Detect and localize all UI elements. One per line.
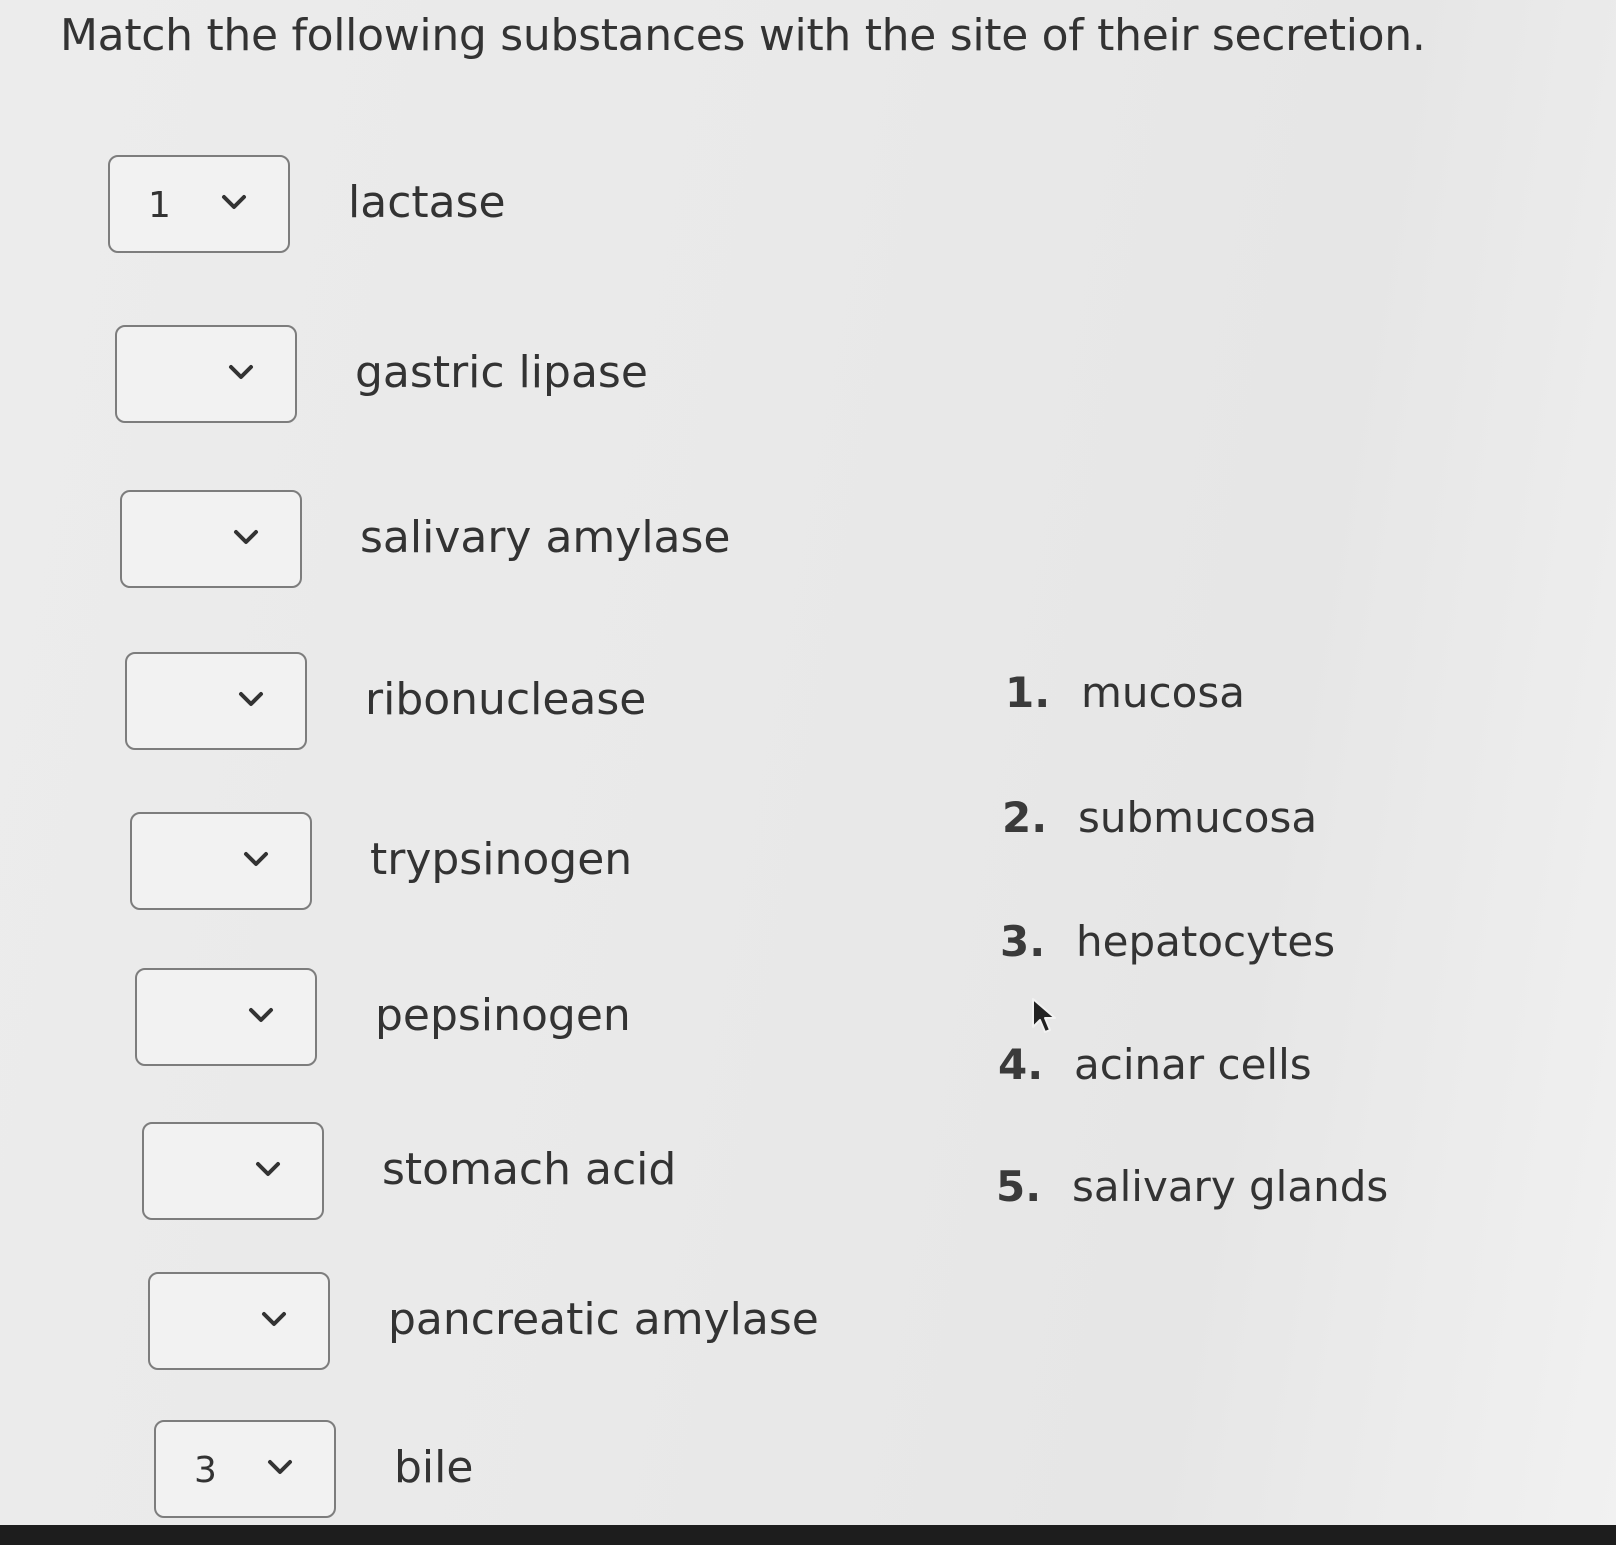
chevron-down-icon bbox=[239, 692, 263, 706]
select-value: 1 bbox=[148, 185, 171, 226]
answer-select[interactable] bbox=[125, 652, 307, 750]
chevron-down-icon bbox=[229, 365, 253, 379]
chevron-down-icon bbox=[268, 1460, 292, 1474]
answer-select[interactable] bbox=[135, 968, 317, 1066]
option-item: 1. mucosa bbox=[1005, 668, 1245, 717]
option-item: 3. hepatocytes bbox=[1000, 917, 1335, 966]
answer-select[interactable]: 3 bbox=[154, 1420, 336, 1518]
option-label: salivary glands bbox=[1072, 1162, 1389, 1211]
option-label: hepatocytes bbox=[1076, 917, 1336, 966]
mouse-cursor-icon bbox=[1032, 998, 1056, 1033]
chevron-down-icon bbox=[222, 195, 246, 209]
chevron-down-icon bbox=[234, 530, 258, 544]
select-value: 3 bbox=[194, 1450, 217, 1491]
substance-label: gastric lipase bbox=[355, 347, 648, 398]
substance-label: stomach acid bbox=[382, 1144, 677, 1195]
chevron-down-icon bbox=[244, 852, 268, 866]
answer-select[interactable] bbox=[130, 812, 312, 910]
substance-label: salivary amylase bbox=[360, 512, 731, 563]
answer-select[interactable] bbox=[148, 1272, 330, 1370]
option-number: 5. bbox=[996, 1162, 1042, 1211]
chevron-down-icon bbox=[256, 1162, 280, 1176]
option-label: submucosa bbox=[1078, 793, 1318, 842]
question-title: Match the following substances with the … bbox=[60, 10, 1426, 61]
option-number: 4. bbox=[998, 1040, 1044, 1089]
option-item: 5. salivary glands bbox=[996, 1162, 1388, 1211]
chevron-down-icon bbox=[249, 1008, 273, 1022]
substance-label: ribonuclease bbox=[365, 674, 647, 725]
option-item: 2. submucosa bbox=[1002, 793, 1317, 842]
substance-label: lactase bbox=[348, 177, 506, 228]
answer-select[interactable] bbox=[142, 1122, 324, 1220]
substance-label: pepsinogen bbox=[375, 990, 631, 1041]
substance-label: trypsinogen bbox=[370, 834, 633, 885]
option-number: 1. bbox=[1005, 668, 1051, 717]
option-label: mucosa bbox=[1081, 668, 1245, 717]
option-number: 2. bbox=[1002, 793, 1048, 842]
substance-label: bile bbox=[394, 1442, 474, 1493]
option-label: acinar cells bbox=[1074, 1040, 1312, 1089]
answer-select[interactable]: 1 bbox=[108, 155, 290, 253]
chevron-down-icon bbox=[262, 1312, 286, 1326]
option-number: 3. bbox=[1000, 917, 1046, 966]
substance-label: pancreatic amylase bbox=[388, 1294, 819, 1345]
answer-select[interactable] bbox=[120, 490, 302, 588]
answer-select[interactable] bbox=[115, 325, 297, 423]
option-item: 4. acinar cells bbox=[998, 1040, 1312, 1089]
screen-bottom-edge bbox=[0, 1525, 1616, 1545]
